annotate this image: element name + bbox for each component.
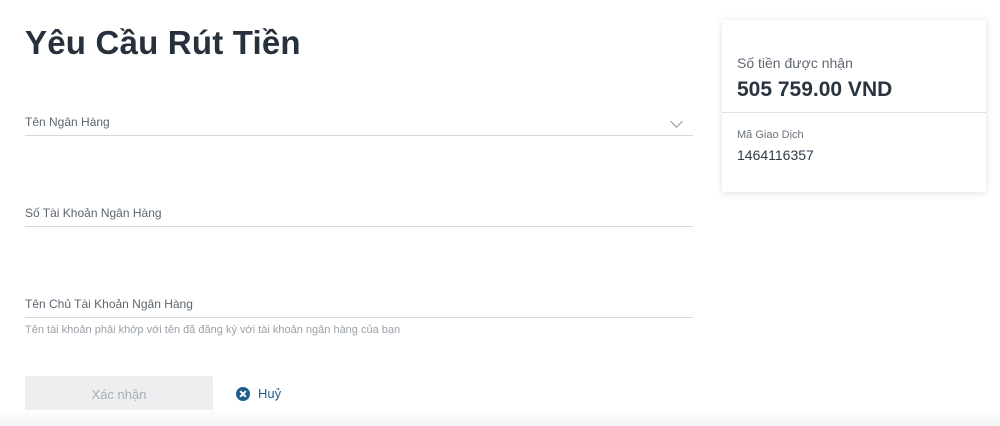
card-divider: [722, 112, 986, 113]
withdrawal-summary-card: Số tiền được nhận 505 759.00 VND Mã Giao…: [722, 20, 986, 192]
account-number-input[interactable]: [25, 203, 693, 226]
transaction-id-value: 1464116357: [737, 147, 814, 163]
account-number-field[interactable]: Số Tài Khoản Ngân Hàng: [25, 203, 693, 227]
account-holder-helper-text: Tên tài khoản phải khớp với tên đã đăng …: [25, 324, 401, 336]
confirm-button[interactable]: Xác nhận: [25, 376, 213, 413]
account-holder-field[interactable]: Tên Chủ Tài Khoản Ngân Hàng: [25, 294, 693, 318]
withdrawal-request-page: Yêu Cầu Rút Tiền Tên Ngân Hàng Số Tài Kh…: [0, 0, 1000, 426]
chevron-down-icon[interactable]: [670, 115, 683, 128]
close-circle-icon: [236, 386, 250, 401]
bank-name-label: Tên Ngân Hàng: [25, 115, 110, 129]
cancel-label: Huỷ: [258, 386, 282, 401]
account-holder-input[interactable]: [25, 294, 693, 317]
amount-value: 505 759.00 VND: [737, 78, 893, 101]
transaction-id-label: Mã Giao Dịch: [737, 129, 804, 141]
footer-shade: [0, 410, 1000, 426]
bank-name-select[interactable]: Tên Ngân Hàng: [25, 112, 693, 136]
cancel-button[interactable]: Huỷ: [236, 386, 281, 401]
amount-label: Số tiền được nhận: [737, 55, 853, 71]
page-title: Yêu Cầu Rút Tiền: [25, 24, 301, 61]
